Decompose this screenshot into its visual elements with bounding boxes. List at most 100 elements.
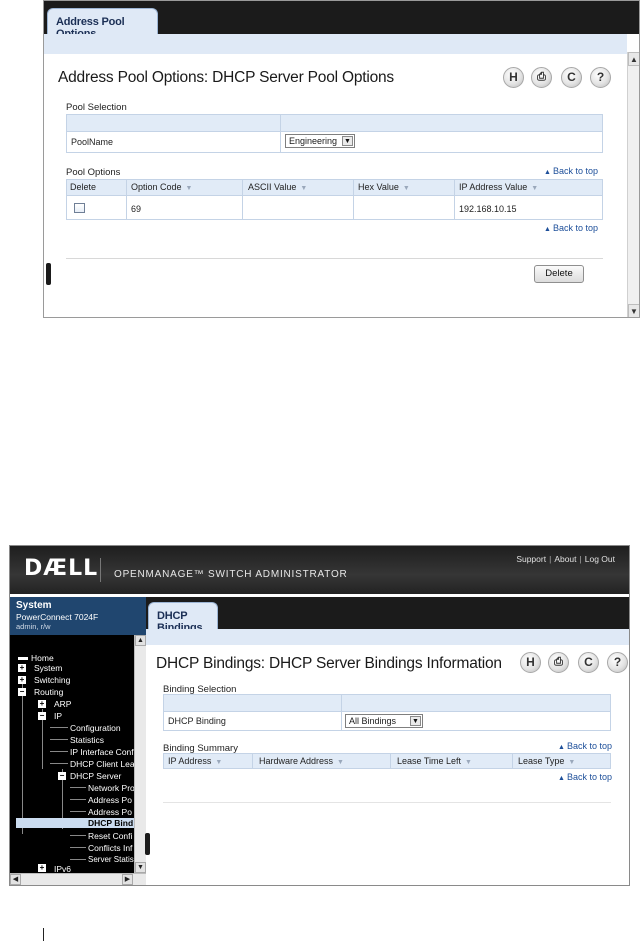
print-icon[interactable]: ⎙	[531, 67, 552, 88]
scroll-up-icon[interactable]: ▲	[135, 635, 146, 646]
nav-conflicts-info[interactable]: Conflicts Inf	[88, 843, 132, 853]
user-info: admin, r/w	[16, 622, 51, 631]
expand-icon[interactable]: +	[38, 700, 46, 708]
tab-address-pool-options[interactable]: Address Pool Options	[47, 8, 158, 40]
col-ip-address-label: IP Address	[168, 756, 212, 766]
panel-collapse-handle[interactable]	[46, 263, 51, 285]
nav-server-statistics[interactable]: Server Statis	[88, 855, 134, 864]
device-model: PowerConnect 7024F	[16, 612, 99, 622]
nav-arp[interactable]: ARP	[54, 699, 71, 709]
dhcp-binding-select-value: All Bindings	[349, 716, 397, 726]
delete-button[interactable]: Delete	[534, 265, 584, 283]
col-option-code-label: Option Code	[131, 182, 182, 192]
panel-collapse-handle[interactable]	[145, 833, 150, 855]
col-lease-type[interactable]: Lease Type ▼	[518, 756, 575, 766]
back-to-top-link-2[interactable]: ▲ Back to top	[544, 223, 598, 233]
sort-icon: ▼	[465, 759, 472, 766]
col-lease-time-left-label: Lease Time Left	[397, 756, 462, 766]
sort-icon: ▼	[300, 185, 308, 192]
nav-home[interactable]: Home	[18, 653, 54, 663]
col-ascii-value-label: ASCII Value	[248, 182, 297, 192]
save-icon[interactable]: H	[520, 652, 541, 673]
help-icon[interactable]: ?	[607, 652, 628, 673]
nav-dhcp-bindings[interactable]: DHCP Bind	[16, 818, 134, 828]
nav-switching[interactable]: Switching	[34, 675, 70, 685]
col-ascii-value[interactable]: ASCII Value ▼	[248, 182, 307, 192]
divider	[66, 258, 603, 259]
about-link[interactable]: About	[554, 554, 576, 564]
col-option-code[interactable]: Option Code ▼	[131, 182, 192, 192]
pool-options-window: Address Pool Options ▲ ▼ Address Pool Op…	[43, 0, 640, 318]
col-hardware-address[interactable]: Hardware Address ▼	[259, 756, 344, 766]
expand-icon[interactable]: +	[18, 676, 26, 684]
back-to-top-link[interactable]: ▲ Back to top	[544, 166, 598, 176]
chevron-down-icon[interactable]: ▼	[410, 716, 421, 726]
collapse-icon[interactable]: −	[18, 688, 26, 696]
refresh-icon[interactable]: C	[578, 652, 599, 673]
back-to-top-link-2[interactable]: ▲ Back to top	[558, 772, 612, 782]
nav-statistics[interactable]: Statistics	[70, 735, 104, 745]
nav-dhcp-client-lease[interactable]: DHCP Client Lea	[70, 759, 134, 769]
nav-dhcp-server[interactable]: DHCP Server	[70, 771, 121, 781]
tab-dhcp-bindings[interactable]: DHCP Bindings	[148, 602, 218, 634]
tab-bar	[146, 597, 629, 629]
nav-ipv6[interactable]: IPv6	[54, 864, 71, 873]
nav-address-pool-options[interactable]: Address Po	[88, 807, 132, 817]
column-divider	[454, 179, 455, 220]
back-to-top-link[interactable]: ▲ Back to top	[558, 741, 612, 751]
expand-icon[interactable]: +	[38, 864, 46, 872]
scroll-left-icon[interactable]: ◀	[10, 874, 21, 885]
scroll-right-icon[interactable]: ▶	[122, 874, 133, 885]
nav-ip-interface-conf[interactable]: IP Interface Conf	[70, 747, 134, 757]
column-divider	[252, 753, 253, 769]
dhcp-binding-select[interactable]: All Bindings ▼	[345, 714, 423, 728]
tab-content-band	[146, 629, 629, 645]
nav-system[interactable]: System	[34, 663, 62, 673]
nav-ip[interactable]: IP	[54, 711, 62, 721]
scroll-up-icon[interactable]: ▲	[628, 52, 639, 66]
main-content: DHCP Bindings DHCP Bindings: DHCP Server…	[146, 597, 629, 885]
poolname-label: PoolName	[71, 137, 114, 147]
support-link[interactable]: Support	[516, 554, 546, 564]
col-ip-address[interactable]: IP Address ▼	[168, 756, 222, 766]
help-icon[interactable]: ?	[590, 67, 611, 88]
pool-selection-header	[66, 114, 603, 132]
refresh-icon[interactable]: C	[561, 67, 582, 88]
col-lease-time-left[interactable]: Lease Time Left ▼	[397, 756, 472, 766]
delete-checkbox[interactable]	[74, 203, 85, 213]
nav-horizontal-scrollbar[interactable]: ◀ ▶	[10, 873, 146, 885]
save-icon[interactable]: H	[503, 67, 524, 88]
col-ip-address-value[interactable]: IP Address Value ▼	[459, 182, 538, 192]
binding-selection-header	[163, 694, 611, 712]
col-hex-value-label: Hex Value	[358, 182, 399, 192]
collapse-icon[interactable]: −	[38, 712, 46, 720]
option-code-cell: 69	[131, 204, 142, 214]
header-links: Support | About | Log Out	[516, 554, 615, 564]
sort-icon: ▼	[531, 185, 539, 192]
print-icon[interactable]: ⎙	[548, 652, 569, 673]
dell-logo: DÆLL	[24, 556, 99, 581]
col-hex-value[interactable]: Hex Value ▼	[358, 182, 410, 192]
logout-link[interactable]: Log Out	[585, 554, 615, 564]
expand-icon[interactable]: +	[18, 664, 26, 672]
nav-tree: Home + System + Switching − Routing + AR…	[10, 635, 134, 873]
nav-configuration[interactable]: Configuration	[70, 723, 121, 733]
page-margin-mark	[43, 928, 44, 941]
vertical-scrollbar[interactable]: ▲ ▼	[627, 52, 639, 317]
scroll-down-icon[interactable]: ▼	[628, 304, 639, 317]
collapse-icon[interactable]: −	[58, 772, 66, 780]
nav-network-pool[interactable]: Network Pro	[88, 783, 134, 793]
back-to-top-label: Back to top	[552, 166, 598, 176]
col-ip-address-value-label: IP Address Value	[459, 182, 528, 192]
up-arrow-icon: ▲	[558, 775, 565, 782]
up-arrow-icon: ▲	[544, 169, 551, 176]
chevron-down-icon[interactable]: ▼	[342, 136, 353, 146]
nav-reset-config[interactable]: Reset Confi	[88, 831, 132, 841]
nav-address-pool[interactable]: Address Po	[88, 795, 132, 805]
nav-routing[interactable]: Routing	[34, 687, 63, 697]
table-row	[66, 196, 603, 220]
scroll-down-icon[interactable]: ▼	[135, 862, 146, 873]
back-to-top-label: Back to top	[566, 741, 612, 751]
back-to-top-label: Back to top	[566, 772, 612, 782]
poolname-select[interactable]: Engineering ▼	[285, 134, 355, 148]
